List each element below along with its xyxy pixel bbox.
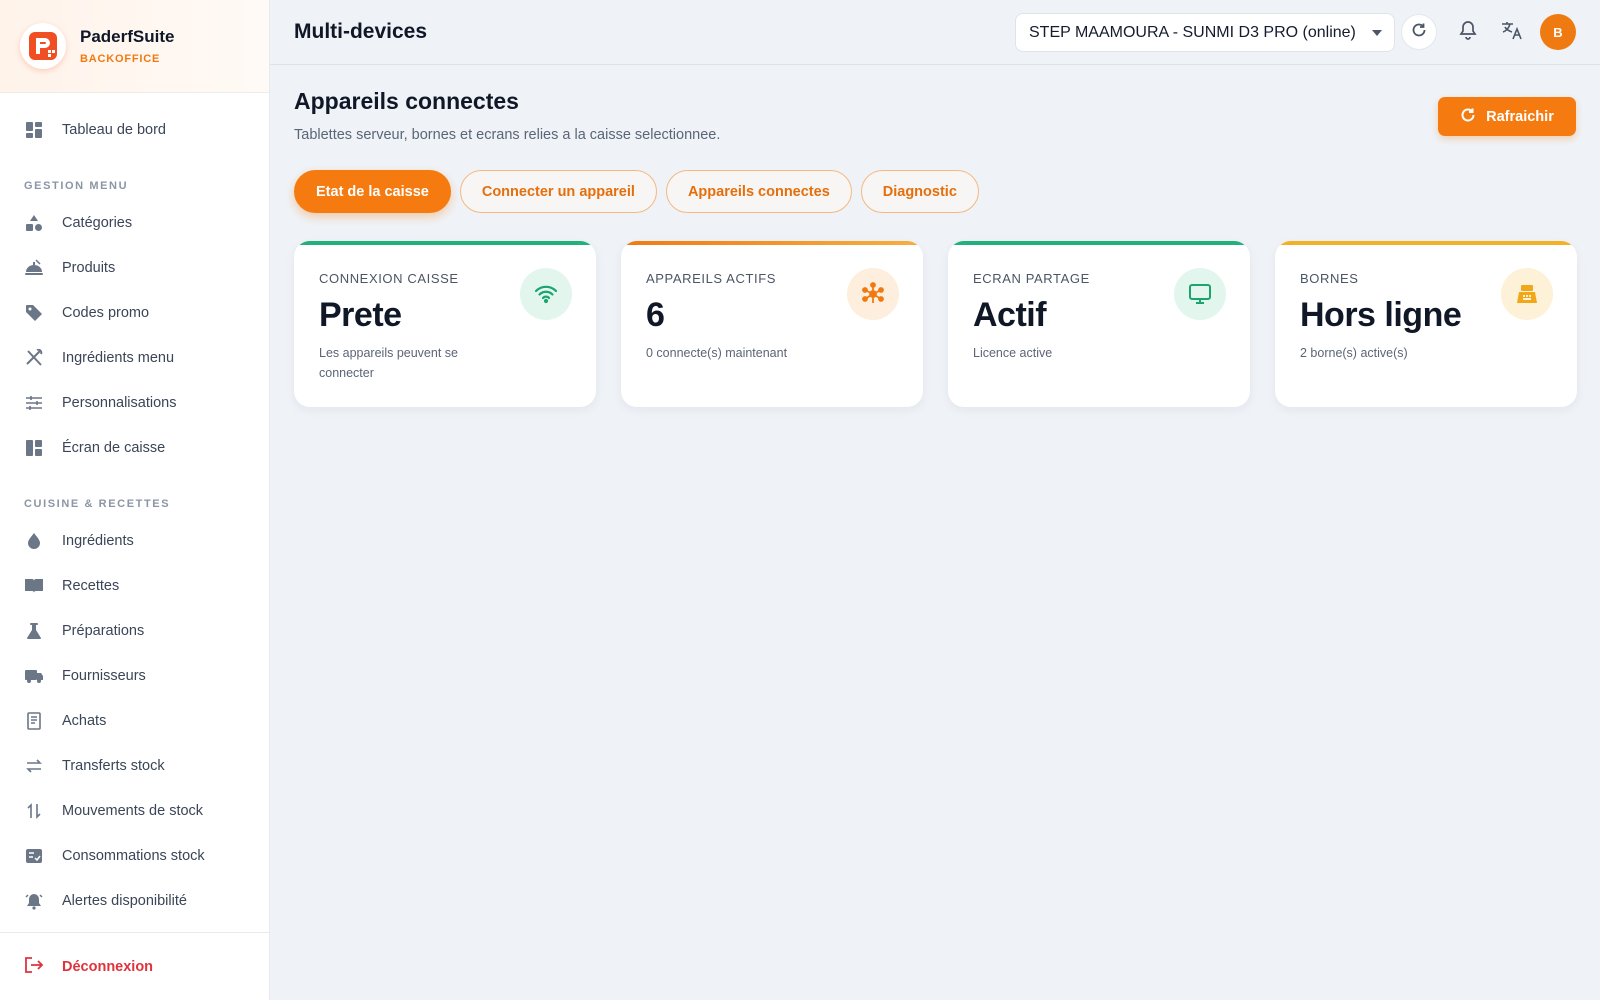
section-description: Tablettes serveur, bornes et ecrans reli… [294, 127, 721, 143]
book-icon [24, 576, 44, 596]
tab-cash-register-status[interactable]: Etat de la caisse [294, 170, 451, 213]
sidebar-item-label: Mouvements de stock [62, 802, 204, 819]
dashboard-icon [24, 120, 44, 140]
network-hub-icon [847, 268, 899, 320]
sidebar-item-stock-consumption[interactable]: Consommations stock [0, 833, 269, 878]
sliders-icon [24, 393, 44, 413]
sidebar-item-label: Consommations stock [62, 847, 205, 864]
sidebar-item-label: Écran de caisse [62, 439, 166, 456]
sidebar-item-label: Personnalisations [62, 394, 177, 411]
refresh-button-label: Rafraichir [1486, 108, 1554, 125]
sidebar-item-stock-transfers[interactable]: Transferts stock [0, 743, 269, 788]
sidebar-item-categories[interactable]: Catégories [0, 200, 269, 245]
sidebar-item-preparations[interactable]: Préparations [0, 608, 269, 653]
logout-icon [24, 956, 44, 978]
chevron-down-icon [1372, 30, 1382, 36]
card-subtext: Les appareils peuvent se connecter [319, 346, 458, 380]
sidebar-item-label: Préparations [62, 622, 145, 639]
status-card-shared-screen: ECRAN PARTAGE Actif Licence active [948, 241, 1250, 407]
flask-icon [24, 621, 44, 641]
sidebar-item-purchases[interactable]: Achats [0, 698, 269, 743]
refresh-icon [1411, 22, 1427, 43]
card-accent-bar [948, 241, 1250, 245]
section-title: Appareils connectes [294, 88, 519, 114]
up-down-icon [24, 801, 44, 821]
card-accent-bar [1275, 241, 1577, 245]
sidebar-item-label: Ingrédients menu [62, 349, 175, 366]
shapes-icon [24, 213, 44, 233]
kiosk-icon [1501, 268, 1553, 320]
status-card-register-connection: CONNEXION CAISSE Prete Les appareils peu… [294, 241, 596, 407]
food-tray-icon [24, 258, 44, 278]
tag-icon [24, 303, 44, 323]
monitor-icon [1174, 268, 1226, 320]
tab-bar: Etat de la caisse Connecter un appareil … [294, 170, 979, 213]
sidebar-item-dashboard[interactable]: Tableau de bord [0, 107, 269, 152]
card-accent-bar [621, 241, 923, 245]
brand-logo [20, 23, 66, 69]
refresh-icon [1460, 107, 1476, 127]
sidebar-item-label: Achats [62, 712, 107, 729]
sidebar-item-label: Transferts stock [62, 757, 165, 774]
card-subtext: Licence active [973, 346, 1053, 360]
top-bar: Multi-devices STEP MAAMOURA - SUNMI D3 P… [270, 0, 1600, 65]
sidebar-item-label: Produits [62, 259, 116, 276]
receipt-icon [24, 711, 44, 731]
brand[interactable]: PaderfSuite BACKOFFICE [0, 0, 269, 93]
sidebar-item-products[interactable]: Produits [0, 245, 269, 290]
page-title: Multi-devices [294, 20, 428, 43]
sidebar-item-label: Alertes disponibilité [62, 892, 187, 909]
sidebar-item-label: Catégories [62, 214, 133, 231]
sidebar-item-recipes[interactable]: Recettes [0, 563, 269, 608]
brand-name: PaderfSuite [80, 27, 175, 46]
card-subtext: 2 borne(s) active(s) [1300, 346, 1408, 360]
tab-connected-devices[interactable]: Appareils connectes [665, 170, 852, 213]
logout-label: Déconnexion [62, 958, 154, 975]
sidebar-item-label: Fournisseurs [62, 667, 146, 684]
card-subtext: 0 connecte(s) maintenant [646, 346, 788, 360]
sidebar-item-menu-ingredients[interactable]: Ingrédients menu [0, 335, 269, 380]
tab-connect-device[interactable]: Connecter un appareil [459, 170, 657, 213]
swap-icon [24, 756, 44, 776]
card-accent-bar [294, 241, 596, 245]
checklist-icon [24, 846, 44, 866]
translate-icon [1501, 20, 1523, 45]
sidebar-item-pos-screen[interactable]: Écran de caisse [0, 425, 269, 470]
layout-icon [24, 438, 44, 458]
bell-icon [1459, 20, 1477, 45]
refresh-button[interactable]: Rafraichir [1438, 97, 1576, 136]
truck-icon [24, 666, 44, 686]
sidebar-item-availability-alerts[interactable]: Alertes disponibilité [0, 878, 269, 923]
sidebar-section-title: CUISINE & RECETTES [24, 498, 171, 510]
status-card-active-devices: APPAREILS ACTIFS 6 0 connecte(s) mainten… [621, 241, 923, 407]
language-button[interactable] [1494, 14, 1530, 50]
sidebar-item-ingredients[interactable]: Ingrédients [0, 518, 269, 563]
wifi-icon [520, 268, 572, 320]
drop-icon [24, 531, 44, 551]
sidebar-item-label: Ingrédients [62, 532, 134, 549]
avatar[interactable]: B [1540, 14, 1576, 50]
utensils-icon [24, 348, 44, 368]
sidebar-item-suppliers[interactable]: Fournisseurs [0, 653, 269, 698]
sidebar: PaderfSuite BACKOFFICE Tableau de bord G… [0, 0, 270, 1000]
sidebar-item-label: Tableau de bord [62, 121, 166, 138]
device-select[interactable]: STEP MAAMOURA - SUNMI D3 PRO (online) [1015, 13, 1395, 52]
sidebar-section-title: GESTION MENU [24, 180, 129, 192]
sidebar-item-stock-movements[interactable]: Mouvements de stock [0, 788, 269, 833]
sidebar-nav: Tableau de bord GESTION MENU Catégories … [0, 93, 269, 923]
status-card-kiosks: BORNES Hors ligne 2 borne(s) active(s) [1275, 241, 1577, 407]
device-select-value: STEP MAAMOURA - SUNMI D3 PRO (online) [1029, 23, 1356, 41]
status-cards: CONNEXION CAISSE Prete Les appareils peu… [294, 241, 1577, 407]
refresh-device-button[interactable] [1401, 14, 1437, 50]
bell-alert-icon [24, 891, 44, 911]
sidebar-item-promo-codes[interactable]: Codes promo [0, 290, 269, 335]
notifications-button[interactable] [1450, 14, 1486, 50]
sidebar-item-label: Recettes [62, 577, 120, 594]
sidebar-item-customizations[interactable]: Personnalisations [0, 380, 269, 425]
logout-button[interactable]: Déconnexion [0, 932, 269, 1000]
sidebar-item-label: Codes promo [62, 304, 150, 321]
tab-diagnostic[interactable]: Diagnostic [860, 170, 979, 213]
brand-subtitle: BACKOFFICE [80, 53, 161, 65]
